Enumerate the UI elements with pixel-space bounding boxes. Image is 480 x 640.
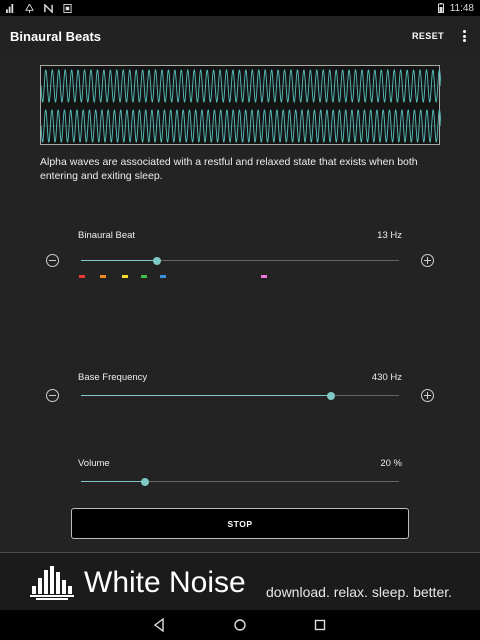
preset-marker[interactable] [159, 275, 166, 278]
n-logo-icon [44, 3, 53, 13]
battery-icon [437, 3, 444, 13]
preset-marker[interactable] [100, 275, 107, 278]
more-vert-icon[interactable] [458, 28, 470, 44]
reset-button[interactable]: RESET [412, 31, 444, 41]
base-frequency-increase-button[interactable] [421, 389, 434, 402]
slider-thumb[interactable] [327, 392, 336, 400]
slider-thumb[interactable] [140, 478, 149, 486]
status-bar: 11:48 [0, 0, 480, 16]
binaural-beat-increase-button[interactable] [421, 254, 434, 267]
binaural-beat-label: Binaural Beat [78, 230, 136, 241]
ad-banner[interactable]: White Noise download. relax. sleep. bett… [0, 552, 480, 610]
slider-thumb[interactable] [153, 257, 162, 265]
box-icon [63, 3, 72, 13]
volume-label: Volume [78, 458, 110, 469]
status-time: 11:48 [449, 2, 474, 14]
stop-button[interactable]: STOP [71, 508, 409, 539]
base-frequency-slider[interactable] [81, 391, 399, 401]
waveform-display [40, 65, 441, 145]
description-text: Alpha waves are associated with a restfu… [40, 156, 418, 182]
brainwave-presets [79, 275, 399, 281]
preset-marker[interactable] [121, 275, 128, 278]
preset-marker[interactable] [79, 275, 85, 278]
preset-marker[interactable] [261, 275, 268, 278]
ad-tagline: download. relax. sleep. better. [266, 584, 453, 600]
base-frequency-decrease-button[interactable] [46, 389, 59, 402]
stop-button-label: STOP [227, 518, 253, 529]
binaural-beat-slider[interactable] [81, 256, 399, 266]
tree-icon [25, 3, 34, 13]
page-title: Binaural Beats [10, 28, 102, 44]
signal-bars-icon [6, 3, 14, 13]
ad-title: White Noise [84, 566, 246, 599]
volume-slider[interactable] [81, 477, 399, 487]
volume-value: 20 % [380, 458, 402, 469]
preset-marker[interactable] [141, 275, 148, 278]
binaural-beat-decrease-button[interactable] [46, 254, 59, 267]
home-circle-icon[interactable] [233, 618, 247, 632]
system-nav-bar [0, 610, 480, 640]
back-triangle-icon[interactable] [152, 618, 166, 632]
app-bar: Binaural Beats RESET [0, 16, 480, 56]
recents-square-icon[interactable] [313, 618, 327, 632]
white-noise-logo-icon [30, 566, 74, 600]
main-content: Alpha waves are associated with a restfu… [0, 56, 480, 552]
waveform-graph [41, 69, 441, 143]
base-frequency-label: Base Frequency [78, 372, 148, 383]
binaural-beat-value: 13 Hz [377, 230, 402, 241]
base-frequency-value: 430 Hz [371, 372, 402, 383]
